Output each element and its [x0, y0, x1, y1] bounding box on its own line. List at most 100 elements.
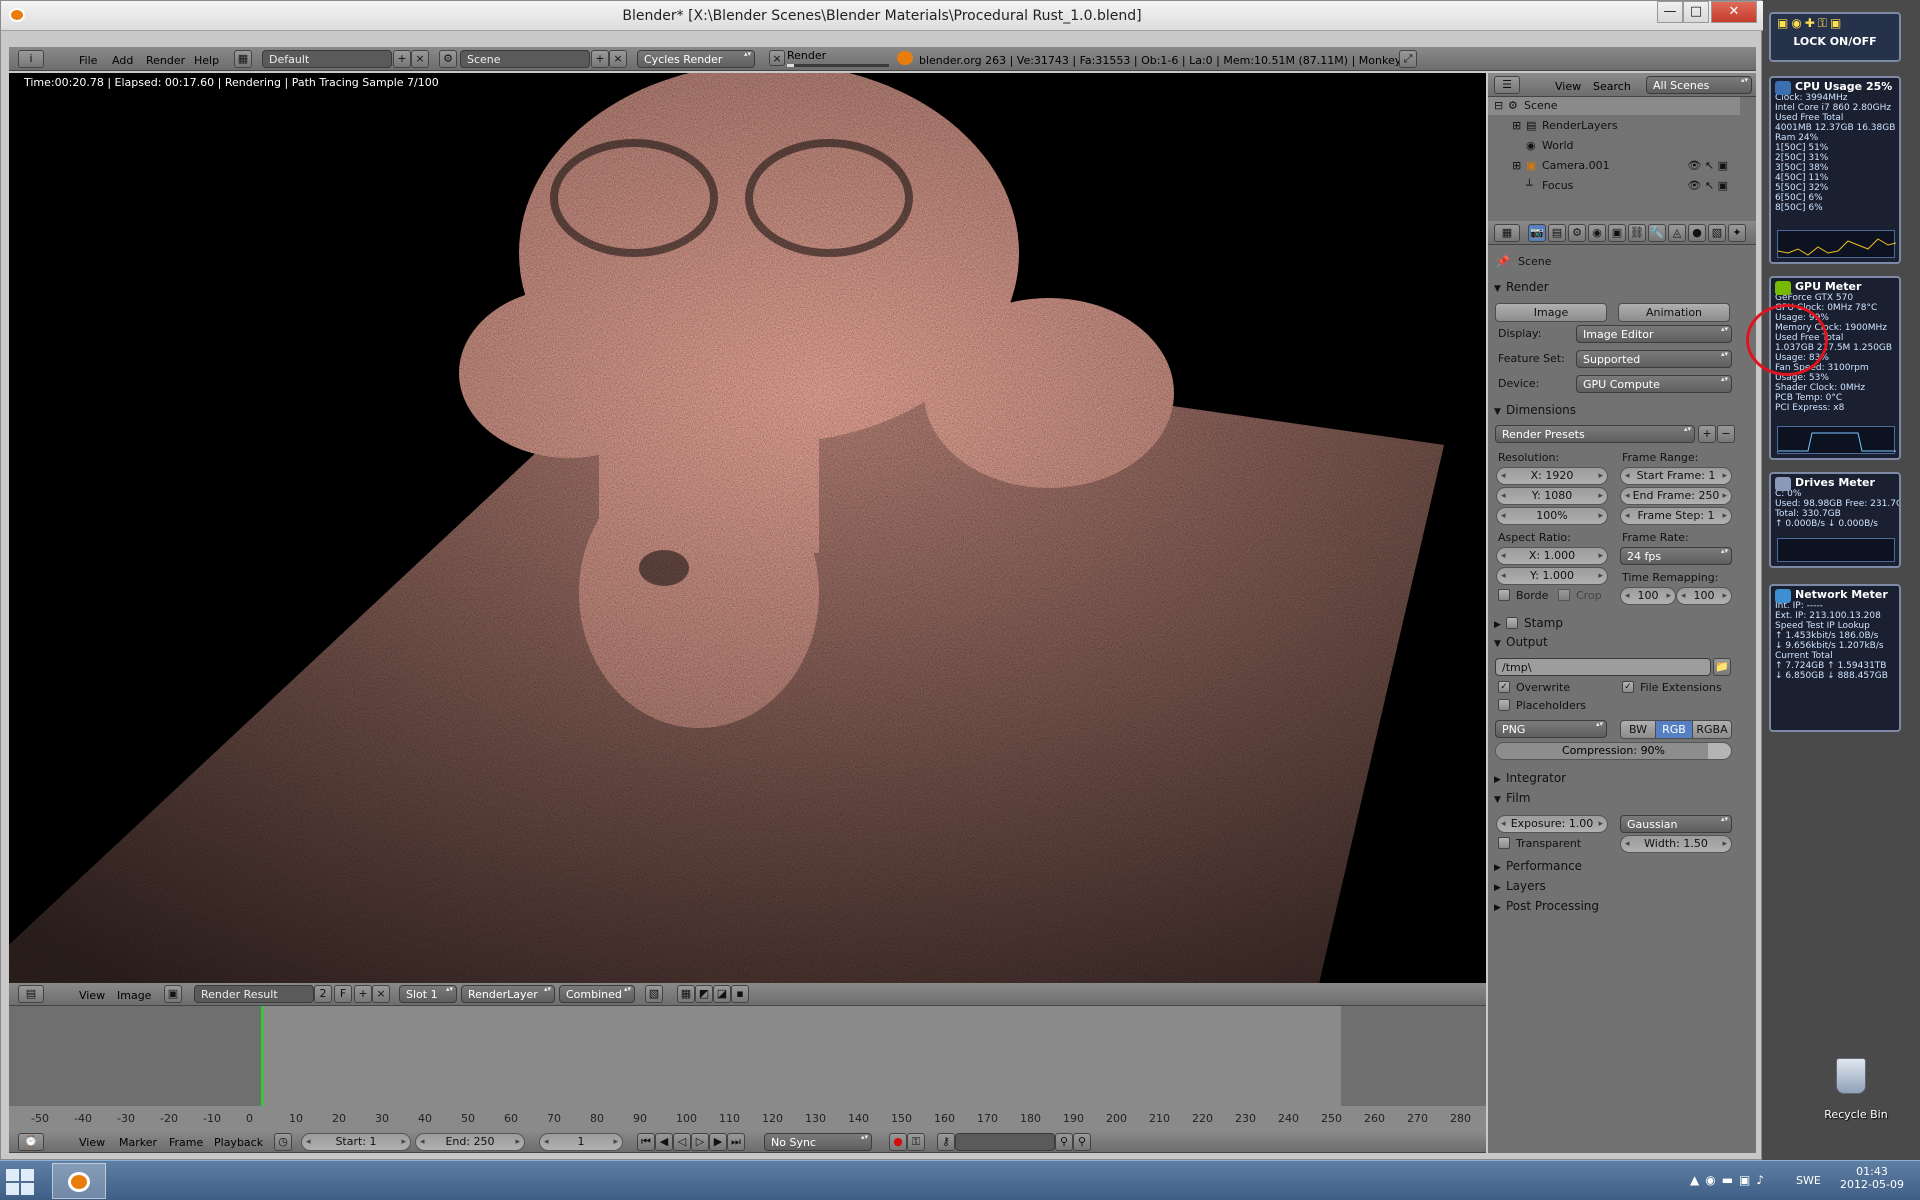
- jump-keyframe-back-icon[interactable]: ◀: [655, 1133, 673, 1151]
- remove-preset-button[interactable]: −: [1717, 425, 1735, 443]
- menu-marker[interactable]: Marker: [119, 1136, 157, 1149]
- maximize-button[interactable]: □: [1683, 1, 1709, 23]
- quick-launch-icons[interactable]: ▣◉✚⚿▣: [1771, 14, 1899, 33]
- outliner-item[interactable]: ◉ World: [1488, 137, 1740, 155]
- remove-layout-button[interactable]: ×: [411, 50, 429, 68]
- physics-tab-icon[interactable]: ✦: [1728, 224, 1746, 242]
- menu-image[interactable]: Image: [117, 989, 151, 1002]
- render-viewport[interactable]: Time:00:20.78 | Elapsed: 00:17.60 | Rend…: [9, 73, 1486, 983]
- menu-playback[interactable]: Playback: [214, 1136, 263, 1149]
- outliner-item[interactable]: ⊞ ▣ Camera.001 👁 ↖ ▣: [1488, 157, 1740, 175]
- delete-keyframe-icon[interactable]: ⚲: [1073, 1133, 1091, 1151]
- filter-width-field[interactable]: Width: 1.50: [1620, 835, 1732, 853]
- keying-set-icon[interactable]: ⚷: [937, 1133, 955, 1151]
- menu-render[interactable]: Render: [146, 54, 185, 67]
- scene-tab-icon[interactable]: ⚙: [1568, 224, 1586, 242]
- play-reverse-icon[interactable]: ◁: [673, 1133, 691, 1151]
- layers-section-header[interactable]: ▶ Layers: [1494, 879, 1546, 893]
- resolution-percent-field[interactable]: 100%: [1496, 507, 1608, 525]
- timeline-type-icon[interactable]: ⌚: [18, 1133, 44, 1151]
- language-indicator[interactable]: SWE: [1796, 1174, 1821, 1187]
- alpha-checker-icon[interactable]: ▦: [677, 985, 695, 1003]
- menu-view[interactable]: View: [79, 989, 105, 1002]
- bw-button[interactable]: BW: [1620, 720, 1656, 739]
- scene-icon[interactable]: ⚙: [439, 50, 457, 68]
- add-scene-button[interactable]: +: [591, 50, 609, 68]
- menu-timeline-view[interactable]: View: [79, 1136, 105, 1149]
- render-image-button[interactable]: Image: [1495, 303, 1607, 322]
- post-processing-section-header[interactable]: ▶ Post Processing: [1494, 899, 1599, 913]
- pin-icon[interactable]: ▪: [731, 985, 749, 1003]
- slot-dropdown[interactable]: Slot 1: [399, 985, 457, 1003]
- render-section-header[interactable]: ▼ Render: [1494, 280, 1549, 294]
- rgba-button[interactable]: RGBA: [1692, 720, 1732, 739]
- browse-folder-icon[interactable]: 📁: [1713, 658, 1731, 676]
- remap-new-field[interactable]: 100: [1676, 587, 1732, 605]
- timeline[interactable]: -50 -40 -30 -20 -10 0 10 20 30 40 50 60 70 80 90 100 110…: [9, 1006, 1486, 1131]
- close-button[interactable]: ✕: [1711, 1, 1757, 23]
- feature-set-dropdown[interactable]: Supported: [1576, 350, 1732, 368]
- file-extensions-checkbox[interactable]: ✓: [1622, 681, 1634, 693]
- jump-start-icon[interactable]: ⏮: [637, 1133, 655, 1151]
- outliner-item[interactable]: ⊟ ⚙ Scene: [1488, 97, 1740, 115]
- render-pass-dropdown[interactable]: Combined: [559, 985, 635, 1003]
- filter-type-dropdown[interactable]: Gaussian: [1620, 815, 1732, 833]
- system-tray-icons[interactable]: ▲◉▬▣♪: [1690, 1173, 1770, 1187]
- keying-set-field[interactable]: [955, 1133, 1055, 1151]
- keying-icon[interactable]: ⚿: [907, 1133, 925, 1151]
- transparent-checkbox[interactable]: [1498, 837, 1510, 849]
- scene-field[interactable]: Scene: [460, 50, 590, 68]
- insert-keyframe-icon[interactable]: ⚲: [1055, 1133, 1073, 1151]
- world-tab-icon[interactable]: ◉: [1588, 224, 1606, 242]
- compression-slider[interactable]: Compression: 90%: [1495, 742, 1732, 760]
- sync-dropdown[interactable]: No Sync: [764, 1133, 872, 1151]
- material-tab-icon[interactable]: ●: [1688, 224, 1706, 242]
- aspect-y-field[interactable]: Y: 1.000: [1496, 567, 1608, 585]
- pin-icon[interactable]: 📌: [1496, 255, 1510, 268]
- menu-file[interactable]: File: [79, 54, 97, 67]
- remove-scene-button[interactable]: ×: [609, 50, 627, 68]
- aspect-x-field[interactable]: X: 1.000: [1496, 547, 1608, 565]
- current-frame-field[interactable]: 1: [539, 1133, 623, 1151]
- recycle-bin-icon[interactable]: [1836, 1058, 1866, 1094]
- constraints-tab-icon[interactable]: ⛓: [1628, 224, 1646, 242]
- render-layer-dropdown[interactable]: RenderLayer: [461, 985, 555, 1003]
- stamp-section-header[interactable]: ▶ Stamp: [1494, 615, 1563, 630]
- border-checkbox[interactable]: [1498, 589, 1510, 601]
- cancel-render-button[interactable]: ×: [769, 50, 785, 66]
- display-dropdown[interactable]: Image Editor: [1576, 325, 1732, 343]
- render-tab-icon[interactable]: 📷: [1528, 224, 1546, 242]
- integrator-section-header[interactable]: ▶ Integrator: [1494, 771, 1566, 785]
- preview-range-icon[interactable]: ◷: [274, 1133, 292, 1151]
- sample-icon[interactable]: ◩: [695, 985, 713, 1003]
- film-section-header[interactable]: ▼ Film: [1494, 791, 1530, 805]
- fullscreen-button[interactable]: ⤢: [1399, 50, 1417, 68]
- record-icon[interactable]: ●: [889, 1133, 907, 1151]
- dimensions-section-header[interactable]: ▼ Dimensions: [1494, 403, 1576, 417]
- object-tab-icon[interactable]: ▣: [1608, 224, 1626, 242]
- layout-field[interactable]: Default: [262, 50, 392, 68]
- image-editor-type-icon[interactable]: ▤: [18, 985, 44, 1003]
- jump-end-icon[interactable]: ⏭: [727, 1133, 745, 1151]
- resolution-y-field[interactable]: Y: 1080: [1496, 487, 1608, 505]
- start-frame-field[interactable]: Start Frame: 1: [1620, 467, 1732, 485]
- performance-section-header[interactable]: ▶ Performance: [1494, 859, 1582, 873]
- add-preset-button[interactable]: +: [1698, 425, 1716, 443]
- output-section-header[interactable]: ▼ Output: [1494, 635, 1548, 649]
- lock-gadget[interactable]: ▣◉✚⚿▣ LOCK ON/OFF: [1769, 12, 1901, 62]
- output-path-field[interactable]: /tmp\: [1495, 658, 1711, 676]
- file-format-dropdown[interactable]: PNG: [1495, 720, 1607, 738]
- outliner-type-icon[interactable]: ☰: [1494, 76, 1520, 94]
- device-dropdown[interactable]: GPU Compute: [1576, 375, 1732, 393]
- resolution-x-field[interactable]: X: 1920: [1496, 467, 1608, 485]
- outliner-item[interactable]: ┴ Focus 👁 ↖ ▣: [1488, 177, 1740, 195]
- crop-checkbox[interactable]: [1558, 589, 1570, 601]
- remap-old-field[interactable]: 100: [1620, 587, 1676, 605]
- menu-add[interactable]: Add: [112, 54, 133, 67]
- modifiers-tab-icon[interactable]: 🔧: [1648, 224, 1666, 242]
- clock[interactable]: 01:43 2012-05-09: [1830, 1165, 1914, 1191]
- minimize-button[interactable]: —: [1657, 1, 1683, 23]
- fake-user-toggle[interactable]: F: [334, 985, 352, 1003]
- rgb-button[interactable]: RGB: [1655, 720, 1693, 739]
- menu-frame[interactable]: Frame: [169, 1136, 203, 1149]
